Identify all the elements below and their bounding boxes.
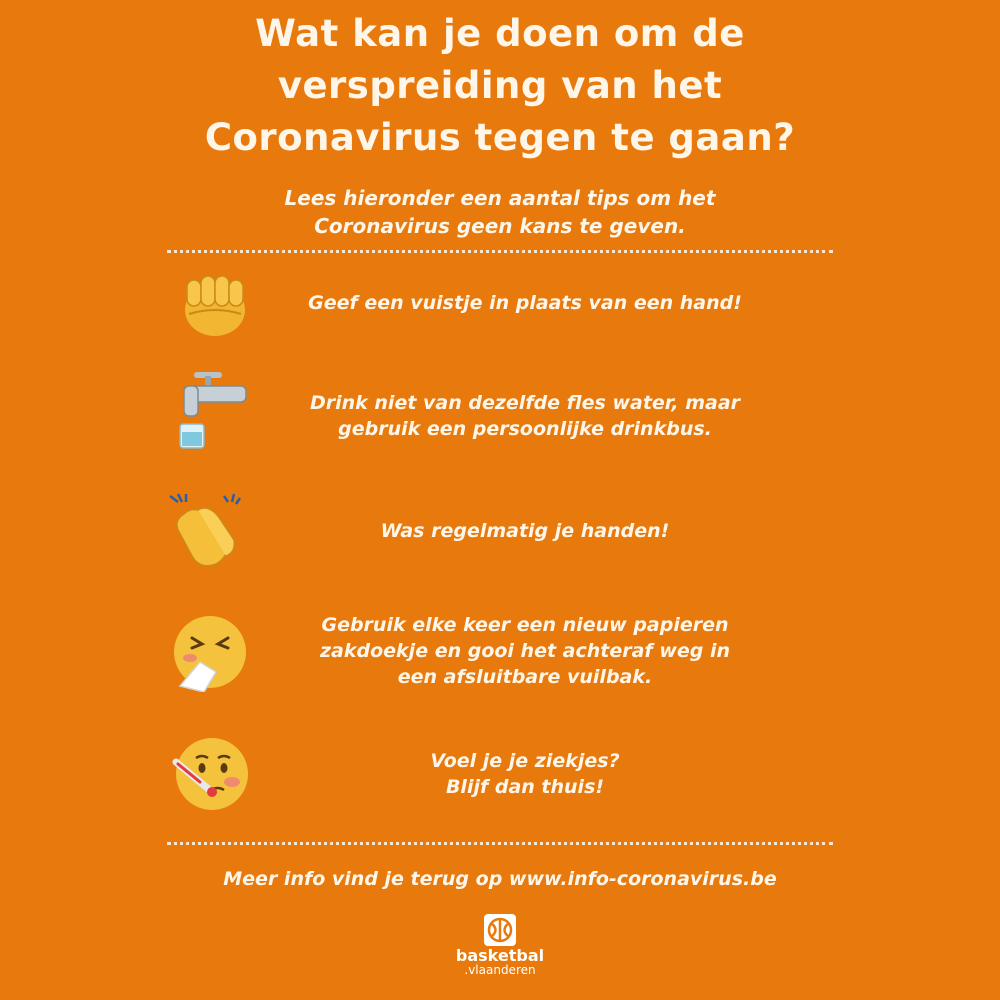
logo-text-basketbal: basketbal — [455, 946, 545, 965]
title-line: verspreiding van het — [277, 64, 723, 107]
page-title: Wat kan je doen om de verspreiding van h… — [0, 8, 1000, 164]
tip-line: een afsluitbare vuilbak. — [397, 666, 653, 688]
top-divider — [167, 250, 833, 253]
tip-text: Voel je je ziekjes? Blijf dan thuis! — [260, 748, 790, 800]
tip-text: Gebruik elke keer een nieuw papieren zak… — [260, 612, 790, 690]
tip-line: Blijf dan thuis! — [445, 776, 605, 798]
tip-line: Gebruik elke keer een nieuw papieren — [321, 614, 729, 636]
tip-wash-hands: Was regelmatig je handen! — [160, 490, 840, 574]
subtitle-line: Coronavirus geen kans te geven. — [314, 214, 686, 238]
tip-tissue: Gebruik elke keer een nieuw papieren zak… — [160, 612, 840, 696]
tip-fist-bump: Geef een vuistje in plaats van een hand! — [160, 262, 840, 342]
tip-line: Geef een vuistje in plaats van een hand! — [308, 292, 742, 314]
tip-text: Drink niet van dezelfde fles water, maar… — [260, 390, 790, 442]
tip-text: Was regelmatig je handen! — [260, 518, 790, 544]
fist-bump-icon — [185, 275, 245, 336]
tip-line: Was regelmatig je handen! — [380, 520, 670, 542]
tip-line: Drink niet van dezelfde fles water, maar — [309, 392, 741, 414]
more-info-link[interactable]: Meer info vind je terug op www.info-coro… — [0, 868, 1000, 890]
bottom-divider — [167, 842, 833, 845]
tip-water-bottle: Drink niet van dezelfde fles water, maar… — [160, 370, 840, 460]
tip-text: Geef een vuistje in plaats van een hand! — [260, 290, 790, 316]
basketball-logo-icon — [484, 914, 516, 946]
basketbal-vlaanderen-logo: basketbal .vlaanderen — [440, 912, 560, 992]
water-tap-glass-icon — [179, 372, 247, 449]
logo-text-vlaanderen: .vlaanderen — [464, 963, 536, 977]
face-with-thermometer-icon — [172, 738, 248, 810]
subtitle: Lees hieronder een aantal tips om het Co… — [0, 184, 1000, 240]
tip-stay-home: Voel je je ziekjes? Blijf dan thuis! — [160, 734, 840, 818]
title-line: Coronavirus tegen te gaan? — [204, 116, 796, 159]
sneezing-face-icon — [174, 616, 246, 692]
clapping-hands-icon — [169, 493, 242, 567]
tip-line: zakdoekje en gooi het achteraf weg in — [319, 640, 731, 662]
tip-line: gebruik een persoonlijke drinkbus. — [338, 418, 712, 440]
subtitle-line: Lees hieronder een aantal tips om het — [284, 186, 716, 210]
tip-line: Voel je je ziekjes? — [430, 750, 620, 772]
title-line: Wat kan je doen om de — [255, 12, 745, 55]
